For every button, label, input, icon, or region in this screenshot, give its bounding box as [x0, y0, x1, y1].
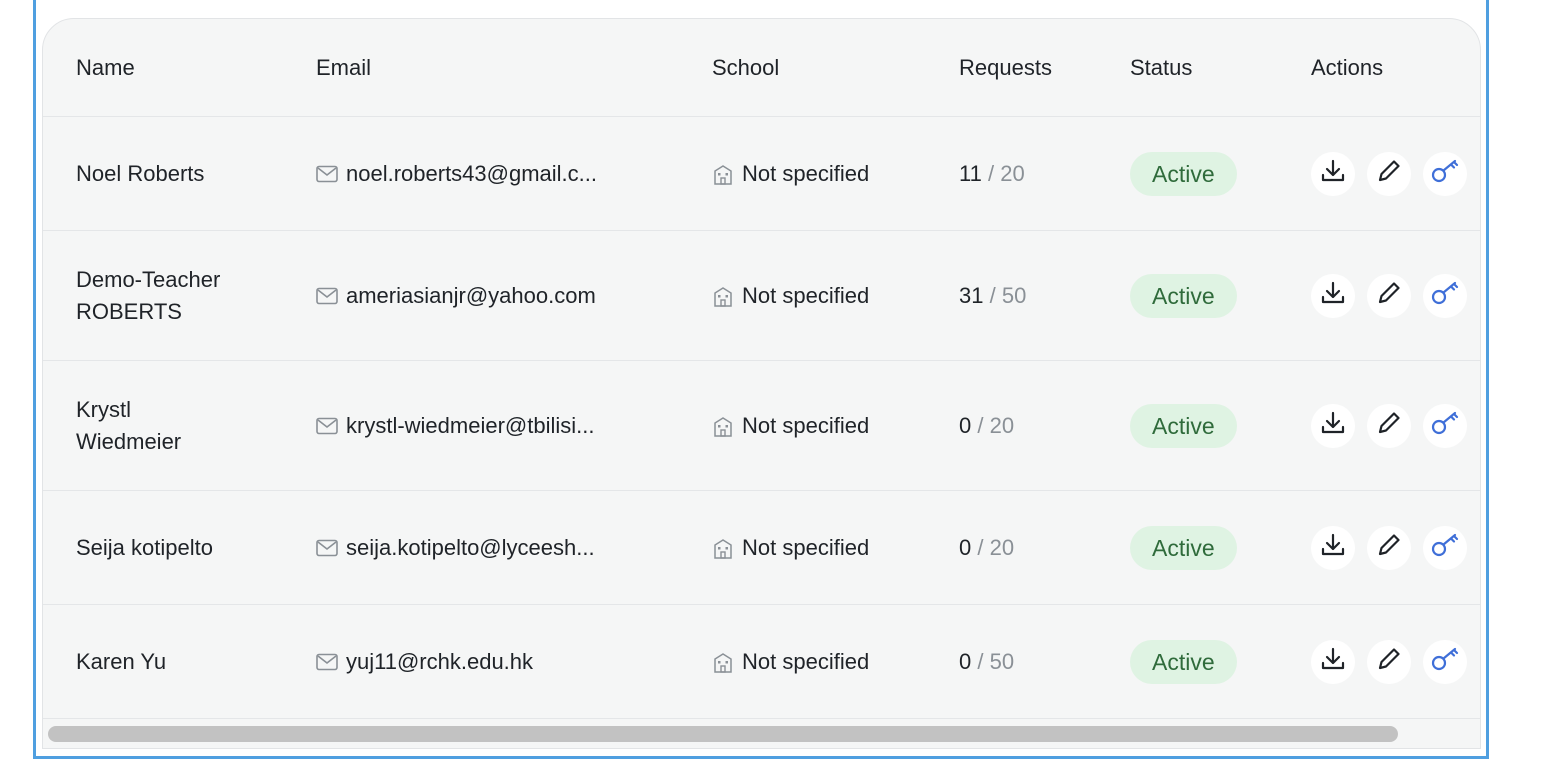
user-name: Seija kotipelto: [76, 534, 213, 560]
user-school: Not specified: [742, 282, 870, 308]
download-icon: [1319, 645, 1347, 679]
key-icon: [1430, 409, 1460, 443]
user-name: Noel Roberts: [76, 160, 205, 186]
reset-password-button[interactable]: [1423, 273, 1467, 318]
download-button[interactable]: [1311, 639, 1355, 684]
key-icon: [1430, 645, 1460, 679]
reset-password-button[interactable]: [1423, 151, 1467, 196]
column-header-requests[interactable]: Requests: [959, 19, 1109, 116]
column-header-school[interactable]: School: [712, 19, 942, 116]
column-header-name[interactable]: Name: [76, 19, 276, 116]
requests-count: 0 / 20: [959, 412, 1015, 438]
pencil-icon: [1375, 279, 1403, 313]
download-icon: [1319, 157, 1347, 191]
column-header-status[interactable]: Status: [1130, 19, 1290, 116]
download-icon: [1319, 409, 1347, 443]
column-header-email[interactable]: Email: [316, 19, 686, 116]
status-badge: Active: [1130, 403, 1237, 448]
reset-password-button[interactable]: [1423, 639, 1467, 684]
user-school: Not specified: [742, 412, 870, 438]
download-icon: [1319, 279, 1347, 313]
building-icon: [712, 651, 734, 673]
user-email: yuj11@rchk.edu.hk: [346, 648, 534, 674]
user-email: ameriasianjr@yahoo.com: [346, 282, 596, 308]
edit-button[interactable]: [1367, 525, 1411, 570]
edit-button[interactable]: [1367, 273, 1411, 318]
mail-icon: [316, 165, 338, 183]
status-badge: Active: [1130, 273, 1237, 318]
status-badge: Active: [1130, 525, 1237, 570]
table-row: Demo-Teacher ROBERTS ameriasianjr@yahoo.…: [43, 231, 1480, 361]
pencil-icon: [1375, 645, 1403, 679]
user-name: Karen Yu: [76, 648, 167, 674]
status-badge: Active: [1130, 639, 1237, 684]
mail-icon: [316, 539, 338, 557]
requests-count: 11 / 20: [959, 160, 1025, 186]
mail-icon: [316, 287, 338, 305]
user-name: Demo-Teacher ROBERTS: [76, 266, 221, 324]
table-row: Seija kotipelto seija.kotipelto@lyceesh.…: [43, 491, 1480, 605]
download-icon: [1319, 531, 1347, 565]
mail-icon: [316, 653, 338, 671]
edit-button[interactable]: [1367, 151, 1411, 196]
edit-button[interactable]: [1367, 639, 1411, 684]
table-header-row: Name Email School Requests Status Action…: [43, 19, 1480, 117]
table-row: Krystl Wiedmeier krystl-wiedmeier@tbilis…: [43, 361, 1480, 491]
requests-count: 0 / 20: [959, 534, 1015, 560]
key-icon: [1430, 279, 1460, 313]
user-email: krystl-wiedmeier@tbilisi...: [346, 412, 595, 438]
edit-button[interactable]: [1367, 403, 1411, 448]
status-badge: Active: [1130, 151, 1237, 196]
reset-password-button[interactable]: [1423, 525, 1467, 570]
column-header-actions: Actions: [1311, 54, 1384, 80]
download-button[interactable]: [1311, 525, 1355, 570]
user-email: noel.roberts43@gmail.c...: [346, 160, 598, 186]
requests-count: 0 / 50: [959, 648, 1015, 674]
building-icon: [712, 415, 734, 437]
download-button[interactable]: [1311, 403, 1355, 448]
building-icon: [712, 285, 734, 307]
requests-count: 31 / 50: [959, 282, 1027, 308]
building-icon: [712, 163, 734, 185]
user-school: Not specified: [742, 160, 870, 186]
pencil-icon: [1375, 157, 1403, 191]
user-name: Krystl Wiedmeier: [76, 396, 182, 454]
reset-password-button[interactable]: [1423, 403, 1467, 448]
key-icon: [1430, 157, 1460, 191]
users-table: Name Email School Requests Status Action…: [42, 18, 1481, 749]
download-button[interactable]: [1311, 151, 1355, 196]
user-school: Not specified: [742, 648, 870, 674]
key-icon: [1430, 531, 1460, 565]
user-email: seija.kotipelto@lyceesh...: [346, 534, 595, 560]
pencil-icon: [1375, 531, 1403, 565]
table-row: Noel Roberts noel.roberts43@gmail.c... N…: [43, 117, 1480, 231]
pencil-icon: [1375, 409, 1403, 443]
horizontal-scrollbar[interactable]: [48, 726, 1398, 742]
mail-icon: [316, 417, 338, 435]
download-button[interactable]: [1311, 273, 1355, 318]
table-row: Karen Yu yuj11@rchk.edu.hk Not specified…: [43, 605, 1480, 719]
building-icon: [712, 537, 734, 559]
user-school: Not specified: [742, 534, 870, 560]
